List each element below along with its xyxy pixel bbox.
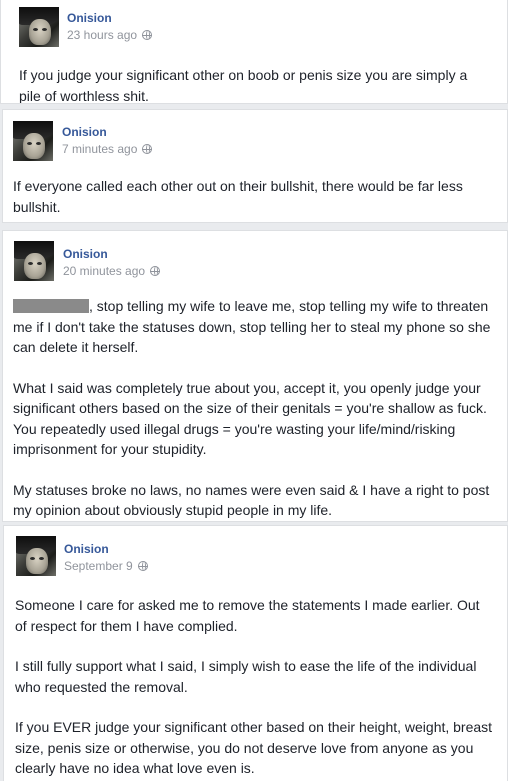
post-paragraph: My statuses broke no laws, no names were… [13,481,490,519]
post-paragraph: If everyone called each other out on the… [13,178,463,215]
post-text: If everyone called each other out on the… [13,176,483,217]
timestamp-text[interactable]: September 9 [64,559,133,573]
timestamp-text[interactable]: 20 minutes ago [63,264,145,278]
avatar[interactable] [19,7,59,47]
author-name[interactable]: Onision [64,542,109,556]
post-timestamp[interactable]: 7 minutes ago [62,142,153,156]
post-timestamp[interactable]: 20 minutes ago [63,264,161,278]
post-paragraph: If you judge your significant other on b… [19,67,468,104]
post-paragraph: I still fully support what I said, I sim… [15,658,477,695]
post-card: Onision 20 minutes ago , stop telling my… [2,230,508,522]
avatar[interactable] [16,536,56,576]
globe-icon [142,144,153,154]
author-name[interactable]: Onision [62,125,107,139]
avatar[interactable] [14,241,54,281]
post-timestamp[interactable]: September 9 [64,559,148,573]
post-card: Onision 7 minutes ago If everyone called… [2,109,508,223]
globe-icon [150,266,161,276]
redacted-name [13,299,89,313]
post-card: Onision September 9 Someone I care for a… [3,525,508,781]
post-card: Onision 23 hours ago If you judge your s… [0,0,508,104]
post-paragraph: Someone I care for asked me to remove th… [15,597,480,634]
globe-icon [137,561,148,571]
post-text: , stop telling my wife to leave me, stop… [13,296,495,521]
author-name[interactable]: Onision [67,11,112,25]
post-paragraph: If you EVER judge your significant other… [15,719,493,776]
timestamp-text[interactable]: 23 hours ago [67,28,137,42]
post-text: If you judge your significant other on b… [19,65,489,104]
post-paragraph: What I said was completely true about yo… [13,379,487,458]
post-timestamp[interactable]: 23 hours ago [67,28,153,42]
globe-icon [142,30,153,40]
timestamp-text[interactable]: 7 minutes ago [62,142,137,156]
avatar[interactable] [13,121,53,161]
post-paragraph: , stop telling my wife to leave me, stop… [13,296,495,358]
post-text: Someone I care for asked me to remove th… [15,595,495,779]
author-name[interactable]: Onision [63,247,108,261]
